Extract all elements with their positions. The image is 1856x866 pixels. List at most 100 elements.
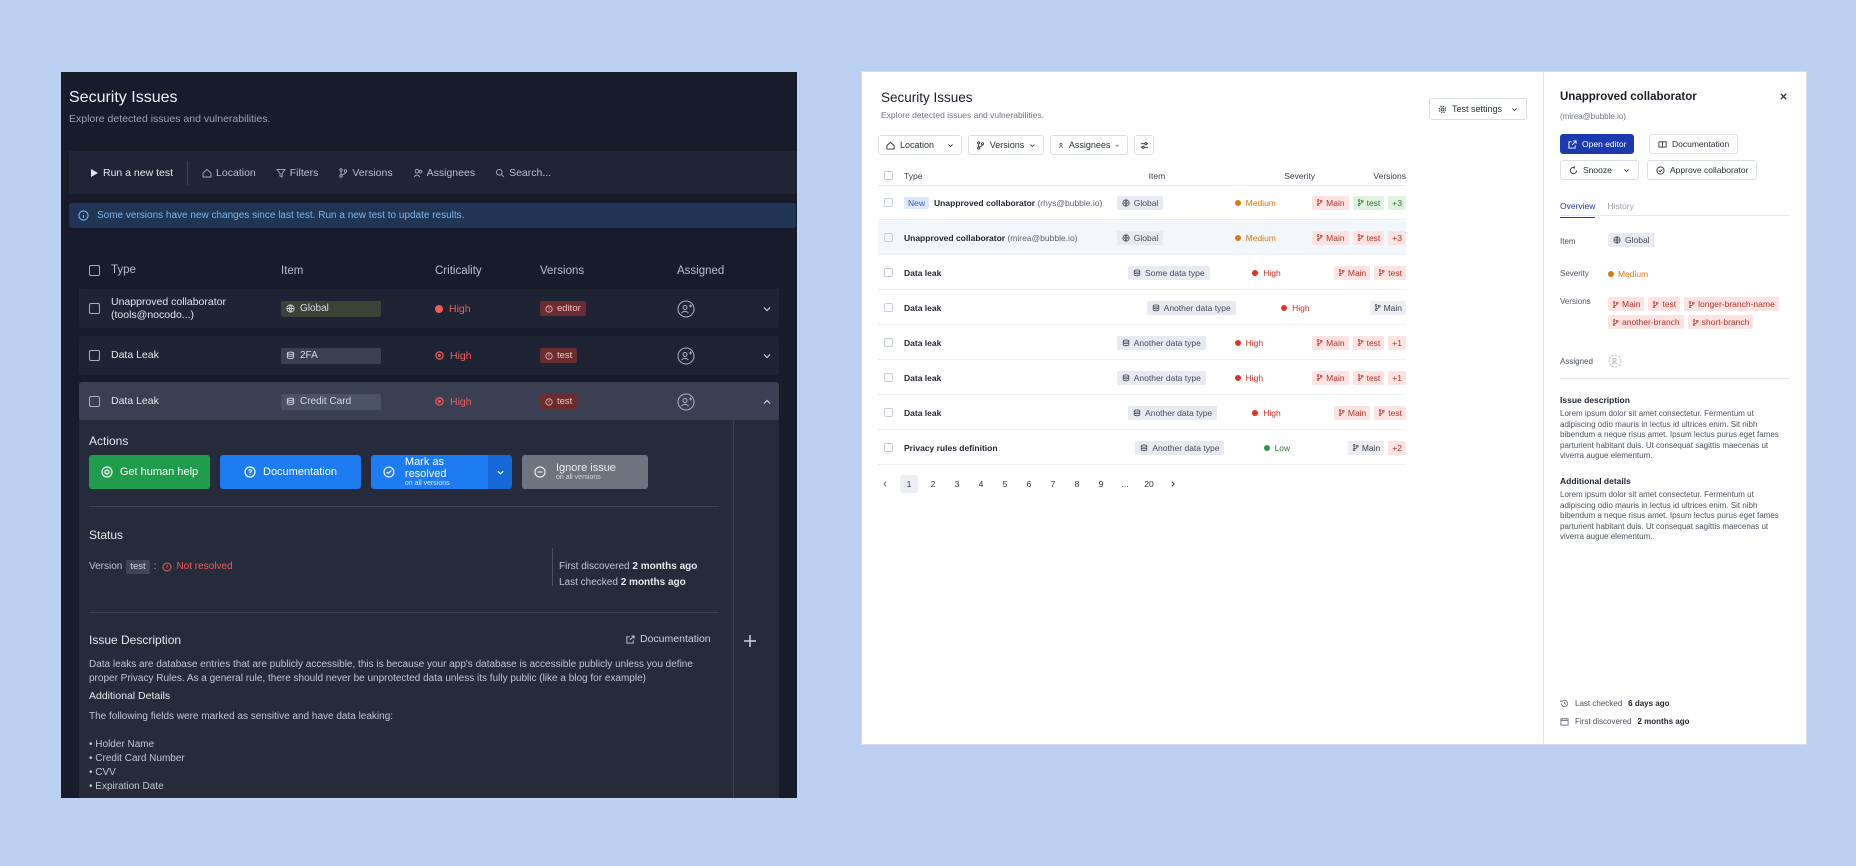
search-input[interactable]: Search... [495, 167, 551, 179]
row-versions: Main test [1333, 265, 1406, 280]
assign-user-icon[interactable] [677, 347, 695, 365]
page-button[interactable]: 9 [1092, 475, 1110, 493]
info-icon [78, 210, 89, 221]
row-type: Data leak [904, 268, 1128, 278]
row-type: Unapproved collaborator (tools@nocodo...… [107, 296, 281, 322]
versions-filter[interactable]: Versions [968, 135, 1044, 155]
version-badge: Main [1369, 300, 1406, 315]
severity-label: Low [1274, 442, 1291, 453]
table-row[interactable]: New Unapproved collaborator (rhys@bubble.… [878, 186, 1406, 220]
versions-label: Versions [1560, 297, 1591, 306]
sliders-button[interactable] [1134, 135, 1154, 155]
documentation-button[interactable]: Documentation [1649, 134, 1739, 154]
chevron-down-icon[interactable] [762, 304, 772, 314]
open-editor-button[interactable]: Open editor [1560, 134, 1635, 154]
table-row[interactable]: Data leak Another data type High Main [878, 291, 1406, 325]
table-row[interactable]: Data Leak 2FA High test [79, 336, 779, 375]
row-checkbox[interactable] [884, 198, 893, 207]
select-all-checkbox[interactable] [89, 265, 100, 276]
page-button[interactable]: 6 [1020, 475, 1038, 493]
row-select [79, 396, 107, 407]
table-row[interactable]: Unapproved collaborator (tools@nocodo...… [79, 289, 779, 328]
prev-page-button[interactable] [876, 475, 894, 493]
table-row[interactable]: Data leak Some data type High Main test [878, 256, 1406, 290]
row-type: Data leak [904, 338, 1117, 348]
page-button[interactable]: 8 [1068, 475, 1086, 493]
assign-user-icon[interactable] [677, 393, 695, 411]
table-header: Type Item Severity Versions [878, 166, 1406, 186]
row-checkbox[interactable] [884, 338, 893, 347]
approve-collaborator-button[interactable]: Approve collaborator [1647, 160, 1758, 180]
page-button[interactable]: 3 [948, 475, 966, 493]
page-button[interactable]: 5 [996, 475, 1014, 493]
row-checkbox[interactable] [89, 350, 100, 361]
page-button[interactable]: 4 [972, 475, 990, 493]
additional-details-text: The following fields were marked as sens… [89, 711, 394, 722]
first-discovered-label: First discovered [1575, 717, 1632, 726]
snooze-button[interactable]: Snooze [1560, 160, 1639, 180]
row-checkbox[interactable] [884, 443, 893, 452]
row-checkbox[interactable] [884, 268, 893, 277]
test-settings-button[interactable]: Test settings [1429, 98, 1528, 120]
row-item: Global [1116, 230, 1235, 245]
page-button[interactable]: 1 [900, 475, 918, 493]
close-icon[interactable] [1779, 92, 1788, 101]
row-checkbox[interactable] [884, 303, 893, 312]
more-versions-badge[interactable]: +3 [1388, 195, 1406, 210]
documentation-button[interactable]: Documentation [220, 455, 361, 489]
row-checkbox[interactable] [884, 233, 893, 242]
assign-user-icon[interactable] [677, 300, 695, 318]
select-all-checkbox[interactable] [884, 171, 893, 180]
row-checkbox[interactable] [89, 396, 100, 407]
chevron-down-icon [1512, 107, 1517, 111]
chevron-down-icon[interactable] [762, 351, 772, 361]
assignees-filter[interactable]: Assignees [413, 167, 475, 179]
table-row[interactable]: Privacy rules definition Another data typ… [878, 431, 1406, 465]
row-checkbox[interactable] [89, 303, 100, 314]
ignore-issue-button[interactable]: Ignore issue on all versions [522, 455, 648, 489]
item-box: Global [1116, 195, 1164, 210]
versions-filter[interactable]: Versions [338, 167, 393, 179]
severity-dot [1234, 339, 1241, 346]
branch-icon [1338, 269, 1345, 276]
row-checkbox[interactable] [884, 373, 893, 382]
location-filter[interactable]: Location [202, 167, 256, 179]
more-versions-badge[interactable]: +1 [1388, 335, 1406, 350]
row-type-title: Data leak [904, 407, 942, 418]
resolve-dropdown-button[interactable] [488, 455, 512, 489]
get-help-button[interactable]: Get human help [89, 455, 210, 489]
target-icon [435, 397, 444, 406]
plus-icon[interactable] [743, 634, 757, 648]
filters-button[interactable]: Filters [275, 167, 318, 179]
table-row[interactable]: Data leak Another data type High Main test +1 [878, 361, 1406, 395]
row-type-email: (rhys@bubble.io) [1037, 197, 1103, 208]
run-test-button[interactable]: Run a new test [89, 167, 173, 179]
first-discovered-value: 2 months ago [632, 561, 698, 572]
page-button[interactable]: 20 [1140, 475, 1158, 493]
row-checkbox[interactable] [884, 408, 893, 417]
approve-label: Approve collaborator [1670, 165, 1749, 175]
chevron-down-icon [948, 143, 953, 147]
ignore-issue-label: Ignore issue [556, 462, 616, 474]
table-row[interactable]: Data leak Another data type High Main test +1 [878, 326, 1406, 360]
snooze-icon [1569, 165, 1578, 174]
location-filter[interactable]: Location [878, 135, 962, 155]
item-box: Credit Card [281, 393, 381, 410]
table-row[interactable]: Data leak Another data type High Main test [878, 396, 1406, 430]
assign-user-icon[interactable] [1608, 354, 1622, 368]
table-row[interactable]: Unapproved collaborator (mirea@bubble.io… [878, 221, 1406, 255]
status-value: Not resolved [176, 561, 233, 572]
more-versions-badge[interactable]: +2 [1388, 440, 1406, 455]
page-button[interactable]: 2 [924, 475, 942, 493]
mark-resolved-button[interactable]: Mark as resolved on all versions [371, 455, 488, 489]
more-versions-badge[interactable]: +3 [1388, 230, 1406, 245]
chevron-up-icon[interactable] [762, 397, 772, 407]
more-versions-badge[interactable]: +1 [1388, 370, 1406, 385]
severity-dot [1252, 409, 1259, 416]
page-button[interactable]: 7 [1044, 475, 1062, 493]
row-versions: Main [1369, 300, 1406, 315]
assignees-filter[interactable]: Assignees [1050, 135, 1128, 155]
table-row-expanded[interactable]: Data Leak Credit Card High test [79, 382, 779, 421]
documentation-link[interactable]: Documentation [626, 633, 711, 645]
next-page-button[interactable] [1164, 475, 1182, 493]
